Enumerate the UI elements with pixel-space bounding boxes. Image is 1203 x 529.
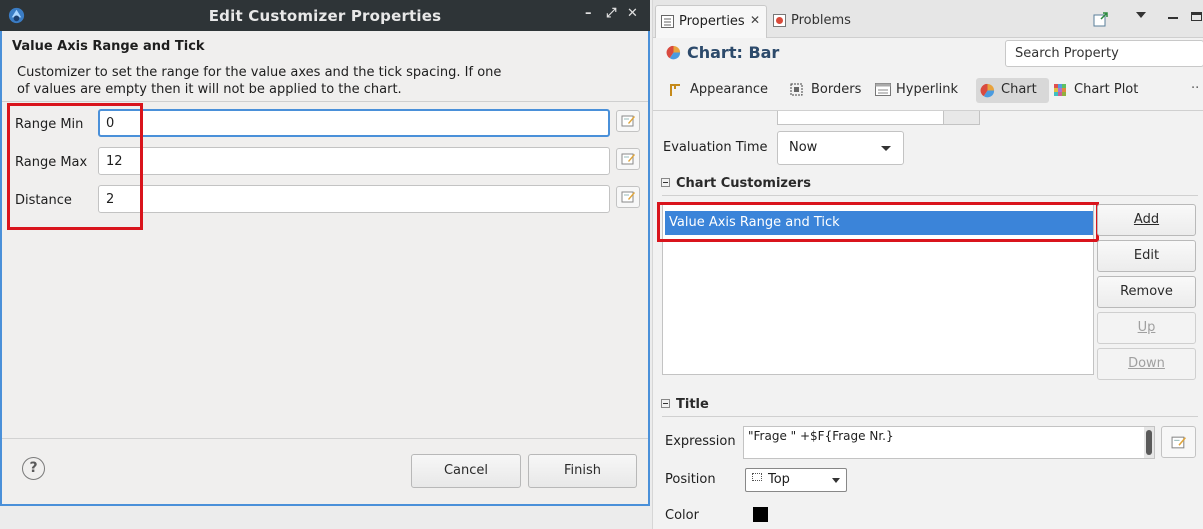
expression-label: Expression <box>665 434 736 449</box>
properties-view: Properties ✕ Problems Chart: Bar Search … <box>652 0 1203 529</box>
tab-chart[interactable]: Chart <box>976 78 1049 103</box>
more-tabs-icon[interactable]: ·· <box>1191 81 1199 96</box>
chart-plot-icon <box>1054 84 1066 96</box>
search-property-input[interactable]: Search Property <box>1005 40 1203 67</box>
range-min-expression-button[interactable] <box>616 110 640 132</box>
customizer-description: Customizer to set the range for the valu… <box>17 65 502 97</box>
list-item[interactable]: Value Axis Range and Tick <box>665 211 1093 235</box>
range-max-label: Range Max <box>15 155 88 170</box>
element-title: Chart: Bar <box>687 43 780 62</box>
range-max-expression-button[interactable] <box>616 148 640 170</box>
edit-customizer-dialog: Edit Customizer Properties – ⤢ ✕ Value A… <box>0 0 650 506</box>
edit-button[interactable]: Edit <box>1097 240 1196 272</box>
tab-properties[interactable]: Properties ✕ <box>655 5 767 38</box>
expression-editor-icon <box>621 153 635 165</box>
chart-customizers-heading: Chart Customizers <box>676 176 811 191</box>
view-tabbar: Properties ✕ Problems <box>653 0 1203 38</box>
divider <box>2 438 648 439</box>
chart-icon <box>666 45 681 60</box>
up-button-label: Up <box>1137 320 1156 335</box>
color-swatch[interactable] <box>753 507 768 522</box>
range-min-label: Range Min <box>15 117 84 132</box>
tab-problems[interactable]: Problems <box>771 5 871 37</box>
close-tab-icon[interactable]: ✕ <box>750 13 760 27</box>
problems-icon <box>773 14 786 27</box>
minimize-icon[interactable]: – <box>585 6 592 21</box>
tab-appearance-label: Appearance <box>690 82 769 97</box>
position-value: Top <box>768 472 790 487</box>
distance-expression-button[interactable] <box>616 186 640 208</box>
maximize-icon[interactable]: ⤢ <box>606 6 616 21</box>
property-tabs: Appearance Borders Hyperlink Chart Chart… <box>653 75 1203 103</box>
appearance-icon <box>670 84 680 96</box>
title-section[interactable]: Title <box>661 397 709 412</box>
tab-hyperlink[interactable]: Hyperlink <box>871 78 962 103</box>
position-select[interactable]: Top <box>745 468 847 492</box>
tab-problems-label: Problems <box>791 13 851 28</box>
chart-icon <box>980 83 995 98</box>
down-button-label: Down <box>1128 356 1165 371</box>
tab-chart-plot[interactable]: Chart Plot <box>1049 78 1142 103</box>
tab-chart-label: Chart <box>1001 82 1037 97</box>
color-label: Color <box>665 508 699 523</box>
evaluation-time-label: Evaluation Time <box>663 140 768 155</box>
tab-appearance[interactable]: Appearance <box>665 78 772 103</box>
help-icon[interactable]: ? <box>22 457 45 480</box>
range-min-input[interactable] <box>98 109 610 137</box>
position-top-icon <box>752 473 762 481</box>
cancel-button[interactable]: Cancel <box>411 454 521 488</box>
add-button-label: Add <box>1133 212 1160 227</box>
divider <box>662 416 1198 417</box>
evaluation-time-value: Now <box>789 140 818 155</box>
distance-label: Distance <box>15 193 72 208</box>
expression-editor-button[interactable] <box>1161 426 1196 458</box>
customizers-list[interactable]: Value Axis Range and Tick <box>662 204 1094 375</box>
down-button[interactable]: Down <box>1097 348 1196 380</box>
minimize-view-icon[interactable] <box>1168 17 1178 19</box>
new-window-icon[interactable] <box>1093 12 1109 27</box>
tab-chart-plot-label: Chart Plot <box>1074 82 1139 97</box>
borders-icon <box>790 83 803 96</box>
divider <box>662 195 1198 196</box>
hyperlink-icon <box>875 83 891 96</box>
up-button[interactable]: Up <box>1097 312 1196 344</box>
close-icon[interactable]: ✕ <box>627 6 638 21</box>
divider <box>2 101 648 102</box>
chart-customizers-section[interactable]: Chart Customizers <box>661 176 811 191</box>
expression-input[interactable]: "Frage " +$F{Frage Nr.} <box>743 426 1155 459</box>
view-menu-icon[interactable] <box>1136 12 1146 18</box>
dialog-titlebar[interactable]: Edit Customizer Properties – ⤢ ✕ <box>0 0 650 31</box>
distance-input[interactable] <box>98 185 610 213</box>
collapse-icon[interactable] <box>661 178 670 187</box>
tab-hyperlink-label: Hyperlink <box>896 82 959 97</box>
evaluation-time-select[interactable]: Now <box>777 131 904 165</box>
properties-icon <box>661 15 674 28</box>
expression-editor-icon <box>621 191 635 203</box>
title-section-heading: Title <box>676 397 709 412</box>
range-max-input[interactable] <box>98 147 610 175</box>
chevron-down-icon <box>832 478 840 483</box>
tab-borders[interactable]: Borders <box>786 78 865 103</box>
tab-borders-label: Borders <box>811 82 862 97</box>
dialog-title: Edit Customizer Properties <box>208 7 442 25</box>
finish-button[interactable]: Finish <box>528 454 637 488</box>
add-button[interactable]: Add <box>1097 204 1196 236</box>
position-label: Position <box>665 472 716 487</box>
maximize-view-icon[interactable] <box>1191 12 1202 21</box>
truncated-field-button[interactable] <box>943 111 980 125</box>
expression-scrollbar[interactable] <box>1144 427 1154 458</box>
customizer-heading: Value Axis Range and Tick <box>12 39 205 54</box>
remove-button[interactable]: Remove <box>1097 276 1196 308</box>
collapse-icon[interactable] <box>661 399 670 408</box>
tab-properties-label: Properties <box>679 14 745 29</box>
expression-editor-icon <box>621 115 635 127</box>
expression-editor-icon <box>1171 436 1186 449</box>
chevron-down-icon <box>881 146 891 151</box>
